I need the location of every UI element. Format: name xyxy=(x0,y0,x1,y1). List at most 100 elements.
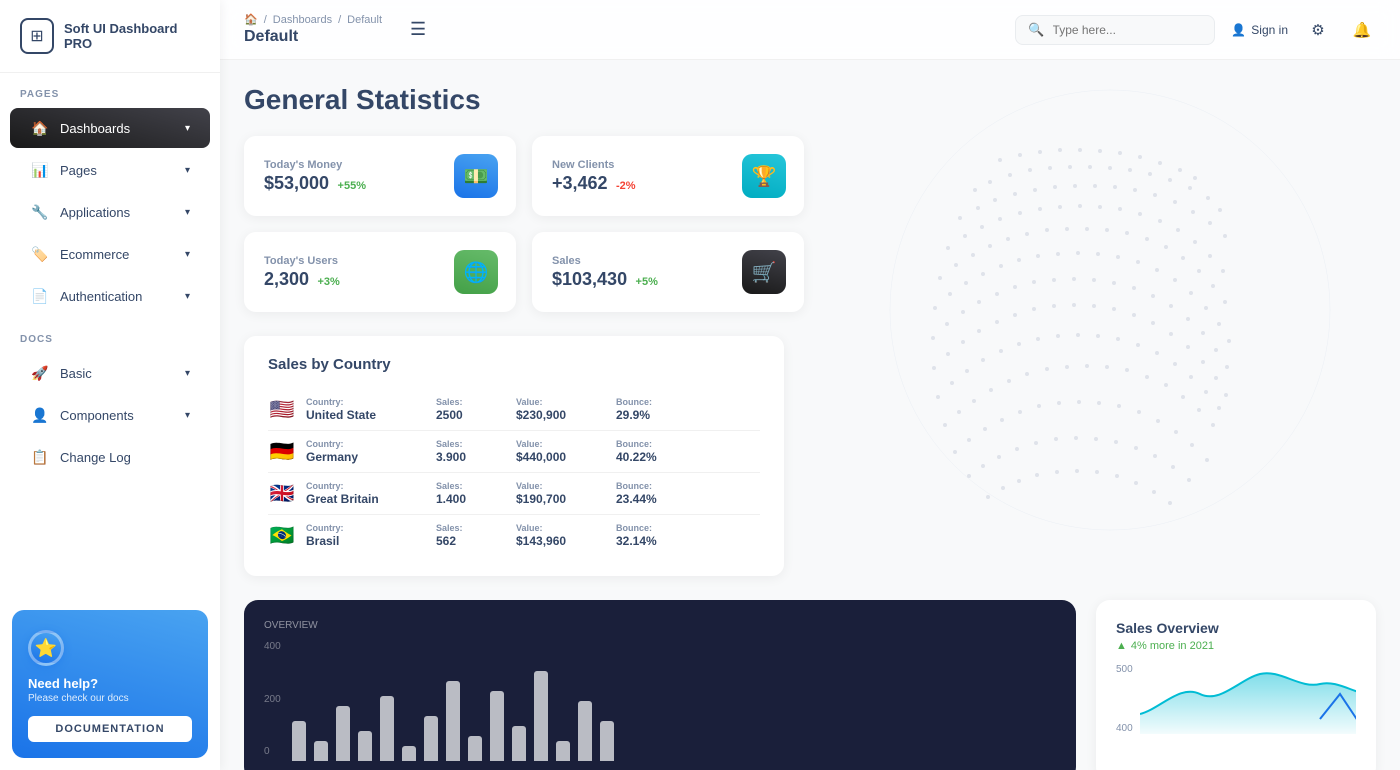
sidebar-item-authentication-label: Authentication xyxy=(60,289,142,304)
sidebar-item-dashboards[interactable]: 🏠 Dashboards ▾ xyxy=(10,108,210,148)
flag-gb: 🇬🇧 xyxy=(268,484,296,504)
bar-14 xyxy=(600,721,614,761)
sidebar-help-panel: ⭐ Need help? Please check our docs DOCUM… xyxy=(12,610,208,758)
bar-10 xyxy=(512,726,526,761)
authentication-icon: 📄 xyxy=(30,286,50,306)
stat-clients-icon: 🏆 xyxy=(742,154,786,198)
stats-grid: Today's Money $53,000 +55% 💵 New Clients… xyxy=(244,136,804,312)
col-value-bounce-2: 23.44% xyxy=(616,492,686,506)
sidebar-item-changelog[interactable]: 📋 Change Log xyxy=(10,437,210,477)
flag-germany: 🇩🇪 xyxy=(268,442,296,462)
globe-decoration xyxy=(820,60,1400,560)
menu-icon[interactable]: ☰ xyxy=(410,19,426,40)
stat-sales-label: Sales xyxy=(552,255,658,267)
bar-4 xyxy=(380,696,394,761)
ecommerce-icon: 🏷️ xyxy=(30,244,50,264)
sidebar: ⊞ Soft UI Dashboard PRO PAGES 🏠 Dashboar… xyxy=(0,0,220,770)
chevron-down-icon: ▾ xyxy=(185,249,190,260)
stat-users-value: 2,300 xyxy=(264,269,309,289)
dashboards-icon: 🏠 xyxy=(30,118,50,138)
sales-overview-card: Sales Overview ▲ 4% more in 2021 500 400 xyxy=(1096,600,1376,770)
y-label-200: 200 xyxy=(264,694,281,705)
chevron-down-icon: ▾ xyxy=(185,368,190,379)
app-name: Soft UI Dashboard PRO xyxy=(64,21,200,51)
stat-users-badge: +3% xyxy=(318,276,340,288)
col-value-bounce-1: 40.22% xyxy=(616,450,686,464)
bar-6 xyxy=(424,716,438,761)
bar-3 xyxy=(358,731,372,761)
sidebar-item-ecommerce[interactable]: 🏷️ Ecommerce ▾ xyxy=(10,234,210,274)
stat-clients-label: New Clients xyxy=(552,159,636,171)
sidebar-item-dashboards-label: Dashboards xyxy=(60,121,130,136)
sidebar-item-pages[interactable]: 📊 Pages ▾ xyxy=(10,150,210,190)
breadcrumb-dashboards[interactable]: Dashboards xyxy=(273,14,332,26)
help-subtitle: Please check our docs xyxy=(28,693,192,704)
header-right: 🔍 👤 Sign in ⚙ 🔔 xyxy=(1015,15,1376,45)
sidebar-item-changelog-label: Change Log xyxy=(60,450,131,465)
documentation-button[interactable]: DOCUMENTATION xyxy=(28,716,192,742)
stat-sales-icon: 🛒 xyxy=(742,250,786,294)
sidebar-section-pages: PAGES xyxy=(0,73,220,106)
search-input[interactable] xyxy=(1053,23,1203,37)
col-value-sales-1: 3.900 xyxy=(436,450,506,464)
col-value-country-1: Germany xyxy=(306,450,426,464)
help-star-icon: ⭐ xyxy=(28,630,64,666)
sidebar-item-basic[interactable]: 🚀 Basic ▾ xyxy=(10,353,210,393)
changelog-icon: 📋 xyxy=(30,447,50,467)
header: 🏠 / Dashboards / Default Default ☰ 🔍 👤 S… xyxy=(220,0,1400,60)
pages-icon: 📊 xyxy=(30,160,50,180)
bar-7 xyxy=(446,681,460,761)
sidebar-pages-section: PAGES 🏠 Dashboards ▾ 📊 Pages ▾ 🔧 Applica… xyxy=(0,73,220,318)
trend-up-icon: ▲ xyxy=(1116,640,1127,652)
col-label-country-2: Country: xyxy=(306,481,426,491)
sidebar-item-components-label: Components xyxy=(60,408,134,423)
sidebar-item-authentication[interactable]: 📄 Authentication ▾ xyxy=(10,276,210,316)
col-value-value-1: $440,000 xyxy=(516,450,606,464)
bar-8 xyxy=(468,736,482,761)
stat-users-icon: 🌐 xyxy=(454,250,498,294)
country-row-brasil: 🇧🇷 Country: Brasil Sales: 562 Value: $14… xyxy=(268,515,760,556)
col-label-value-0: Value: xyxy=(516,397,606,407)
sidebar-item-components[interactable]: 👤 Components ▾ xyxy=(10,395,210,435)
breadcrumb-default[interactable]: Default xyxy=(347,14,382,26)
col-label-sales-2: Sales: xyxy=(436,481,506,491)
col-label-value-3: Value: xyxy=(516,523,606,533)
sales-overview-subtitle: ▲ 4% more in 2021 xyxy=(1116,640,1356,652)
sales-by-country-card: Sales by Country 🇺🇸 Country: United Stat… xyxy=(244,336,784,576)
stat-clients-badge: -2% xyxy=(616,180,636,192)
bar-0 xyxy=(292,721,306,761)
user-icon: 👤 xyxy=(1231,23,1246,37)
col-value-value-3: $143,960 xyxy=(516,534,606,548)
breadcrumb: 🏠 / Dashboards / Default Default xyxy=(244,13,382,46)
bar-13 xyxy=(578,701,592,761)
basic-icon: 🚀 xyxy=(30,363,50,383)
col-value-country-0: United State xyxy=(306,408,426,422)
sales-overview-title: Sales Overview xyxy=(1116,620,1356,636)
col-label-value-2: Value: xyxy=(516,481,606,491)
stat-money-badge: +55% xyxy=(338,180,366,192)
bar-2 xyxy=(336,706,350,761)
bar-9 xyxy=(490,691,504,761)
settings-button[interactable]: ⚙ xyxy=(1304,16,1332,44)
sign-in-button[interactable]: 👤 Sign in xyxy=(1231,23,1288,37)
chevron-down-icon: ▾ xyxy=(185,123,190,134)
stat-card-clients-info: New Clients +3,462 -2% xyxy=(552,159,636,194)
stat-money-value: $53,000 xyxy=(264,173,329,193)
breadcrumb-current: Default xyxy=(244,28,382,46)
sidebar-item-pages-label: Pages xyxy=(60,163,97,178)
chevron-down-icon: ▾ xyxy=(185,410,190,421)
bar-5 xyxy=(402,746,416,761)
sidebar-item-applications-label: Applications xyxy=(60,205,130,220)
col-value-country-2: Great Britain xyxy=(306,492,426,506)
main-area: 🏠 / Dashboards / Default Default ☰ 🔍 👤 S… xyxy=(220,0,1400,770)
col-label-country-1: Country: xyxy=(306,439,426,449)
col-label-sales-0: Sales: xyxy=(436,397,506,407)
stat-card-money-info: Today's Money $53,000 +55% xyxy=(264,159,366,194)
chevron-down-icon: ▾ xyxy=(185,165,190,176)
sidebar-item-applications[interactable]: 🔧 Applications ▾ xyxy=(10,192,210,232)
col-label-bounce-0: Bounce: xyxy=(616,397,686,407)
notifications-button[interactable]: 🔔 xyxy=(1348,16,1376,44)
col-label-sales-3: Sales: xyxy=(436,523,506,533)
flag-brasil: 🇧🇷 xyxy=(268,526,296,546)
bar-11 xyxy=(534,671,548,761)
